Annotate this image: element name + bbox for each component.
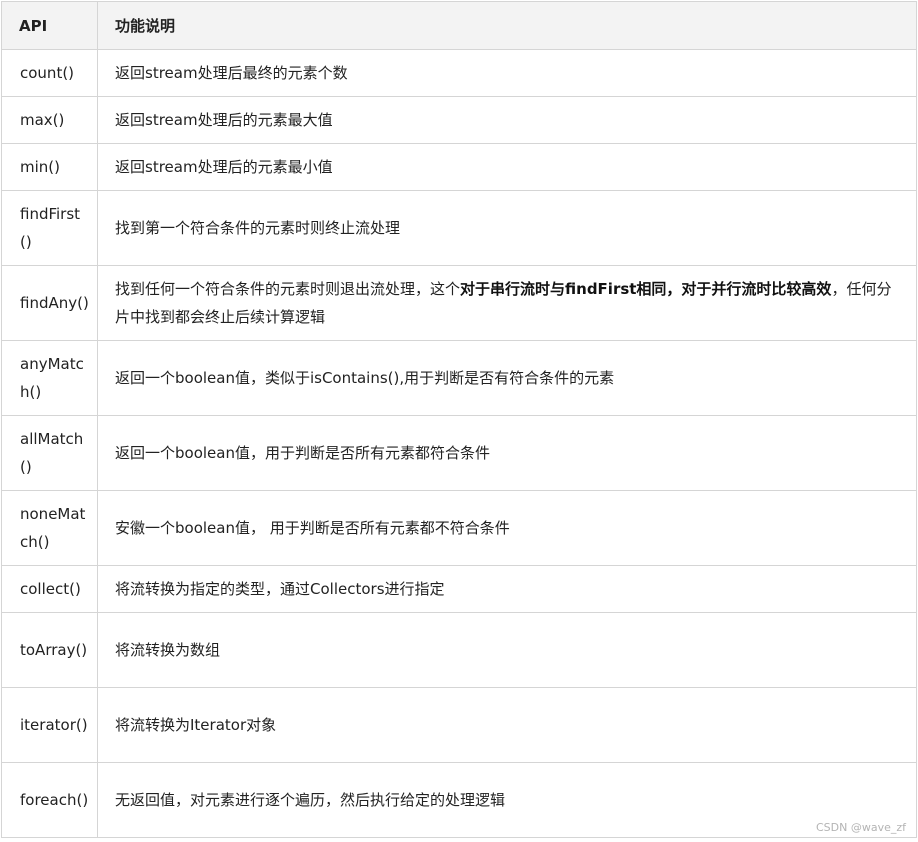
table-row: foreach() 无返回值，对元素进行逐个遍历，然后执行给定的处理逻辑: [1, 762, 917, 838]
watermark: CSDN @wave_zf: [815, 821, 906, 834]
table-row: anyMatch() 返回一个boolean值，类似于isContains(),…: [1, 340, 917, 416]
description-cell: 安徽一个boolean值， 用于判断是否所有元素都不符合条件: [97, 490, 917, 566]
description-cell: 将流转换为Iterator对象: [97, 687, 917, 763]
api-name-cell: anyMatch(): [1, 340, 98, 416]
description-text: 找到任何一个符合条件的元素时则退出流处理，这个: [115, 280, 461, 298]
api-name-cell: min(): [1, 143, 98, 191]
api-name-cell: noneMatch(): [1, 490, 98, 566]
table-row: iterator() 将流转换为Iterator对象: [1, 687, 917, 763]
api-name-cell: collect(): [1, 565, 98, 613]
table-row: max() 返回stream处理后的元素最大值: [1, 96, 917, 144]
description-cell: 返回stream处理后最终的元素个数: [97, 49, 917, 97]
description-cell: 无返回值，对元素进行逐个遍历，然后执行给定的处理逻辑: [97, 762, 917, 838]
api-name-cell: iterator(): [1, 687, 98, 763]
description-cell: 返回一个boolean值，用于判断是否所有元素都符合条件: [97, 415, 917, 491]
column-header-description: 功能说明: [97, 1, 917, 50]
api-name-cell: count(): [1, 49, 98, 97]
api-name-cell: findAny(): [1, 265, 98, 341]
table-row: toArray() 将流转换为数组: [1, 612, 917, 688]
table-row: allMatch() 返回一个boolean值，用于判断是否所有元素都符合条件: [1, 415, 917, 491]
description-cell: 返回stream处理后的元素最大值: [97, 96, 917, 144]
table-row: min() 返回stream处理后的元素最小值: [1, 143, 917, 191]
table-row: findAny() 找到任何一个符合条件的元素时则退出流处理，这个对于串行流时与…: [1, 265, 917, 341]
description-cell: 将流转换为数组: [97, 612, 917, 688]
api-name-cell: toArray(): [1, 612, 98, 688]
description-cell: 将流转换为指定的类型，通过Collectors进行指定: [97, 565, 917, 613]
table-row: findFirst() 找到第一个符合条件的元素时则终止流处理: [1, 190, 917, 266]
table-row: collect() 将流转换为指定的类型，通过Collectors进行指定: [1, 565, 917, 613]
table-row: noneMatch() 安徽一个boolean值， 用于判断是否所有元素都不符合…: [1, 490, 917, 566]
api-name-cell: findFirst(): [1, 190, 98, 266]
description-cell: 返回一个boolean值，类似于isContains(),用于判断是否有符合条件…: [97, 340, 917, 416]
description-cell: 找到任何一个符合条件的元素时则退出流处理，这个对于串行流时与findFirst相…: [97, 265, 917, 341]
api-name-cell: max(): [1, 96, 98, 144]
column-header-api: API: [1, 1, 98, 50]
description-cell: 返回stream处理后的元素最小值: [97, 143, 917, 191]
description-bold-text: 对于串行流时与findFirst相同，对于并行流时比较高效: [460, 280, 832, 298]
api-table: API 功能说明 count() 返回stream处理后最终的元素个数 max(…: [1, 1, 917, 838]
api-name-cell: allMatch(): [1, 415, 98, 491]
table-row: count() 返回stream处理后最终的元素个数: [1, 49, 917, 97]
api-name-cell: foreach(): [1, 762, 98, 838]
table-header-row: API 功能说明: [1, 1, 917, 50]
description-cell: 找到第一个符合条件的元素时则终止流处理: [97, 190, 917, 266]
